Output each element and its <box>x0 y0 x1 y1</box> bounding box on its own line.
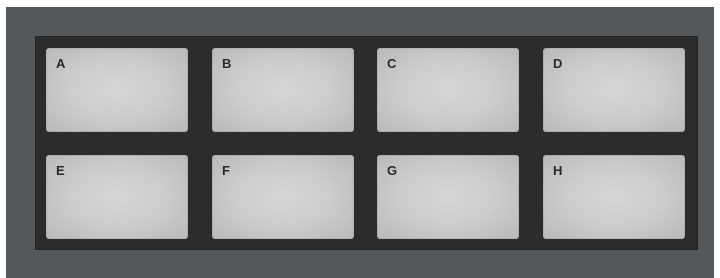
pad-c[interactable]: C <box>377 48 519 132</box>
pad-grid: A B C D E F G H <box>35 36 698 250</box>
pad-label: G <box>387 163 398 178</box>
pad-b[interactable]: B <box>212 48 354 132</box>
pad-label: E <box>56 163 65 178</box>
pad-label: H <box>553 163 563 178</box>
pad-label: D <box>553 56 563 71</box>
pad-controller: A B C D E F G H <box>6 7 714 278</box>
pad-a[interactable]: A <box>46 48 188 132</box>
pad-g[interactable]: G <box>377 155 519 239</box>
pad-f[interactable]: F <box>212 155 354 239</box>
pad-label: B <box>222 56 232 71</box>
pad-d[interactable]: D <box>543 48 685 132</box>
pad-e[interactable]: E <box>46 155 188 239</box>
pad-h[interactable]: H <box>543 155 685 239</box>
pad-label: C <box>387 56 397 71</box>
pad-label: F <box>222 163 230 178</box>
pad-label: A <box>56 56 66 71</box>
